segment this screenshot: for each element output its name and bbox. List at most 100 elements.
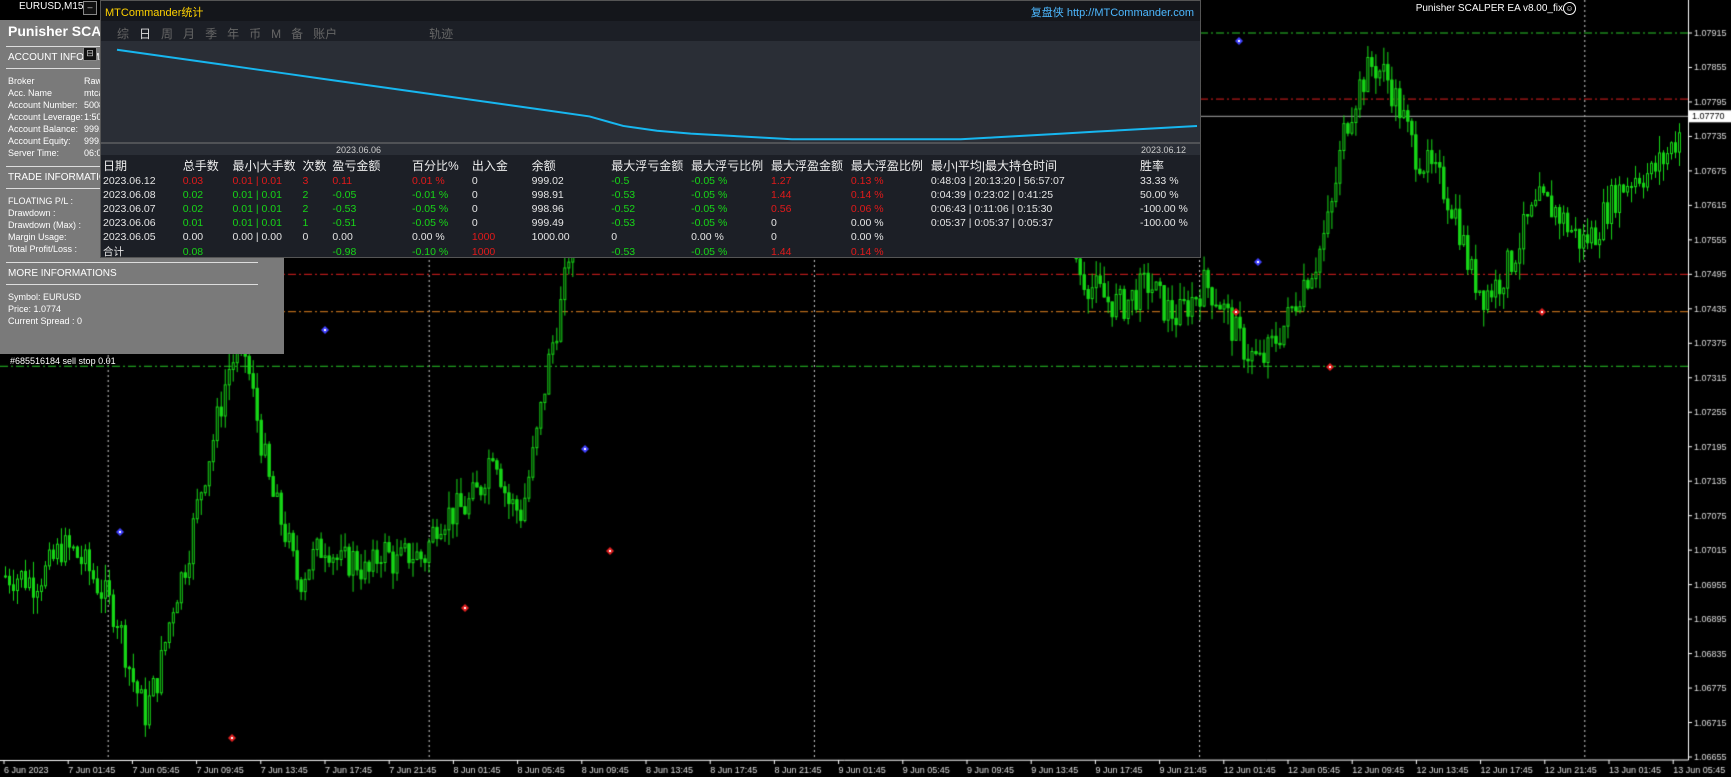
col-header: 最小|平均|最大持仓时间 xyxy=(930,159,1058,173)
col-header: 最大浮盈比例 xyxy=(850,159,923,173)
tab-季[interactable]: 季 xyxy=(205,27,217,41)
panel-row-label: Account Equity: xyxy=(8,136,71,146)
table-cell: 0 xyxy=(471,189,478,201)
total-cell: -0.10 % xyxy=(412,245,449,258)
divider xyxy=(6,262,258,263)
total-row: 合计 0.08 -0.98 -0.10 % 1000 -0.53 -0.05 % 1.44 0.… xyxy=(103,244,1200,259)
table-cell: 0.01 | 0.01 xyxy=(232,189,282,201)
tab-trail[interactable]: 轨迹 xyxy=(429,27,453,41)
tab-周[interactable]: 周 xyxy=(161,27,173,41)
table-cell: 3 xyxy=(302,175,309,187)
order-label: #685516184 sell stop 0.01 xyxy=(10,356,116,366)
tab-综[interactable]: 综 xyxy=(117,27,129,41)
tab-日[interactable]: 日 xyxy=(139,27,151,41)
total-cell xyxy=(233,244,303,259)
panel-row-label: Margin Usage: xyxy=(8,232,67,242)
chart-symbol-title: EURUSD,M15 xyxy=(19,1,84,12)
table-row: 2023.06.06 0.01 0.01 | 0.01 1 -0.51 -0.05 % 0 9… xyxy=(103,216,1200,230)
tab-月[interactable]: 月 xyxy=(183,27,195,41)
table-cell: 0.00 % xyxy=(412,231,445,243)
table-cell: 2 xyxy=(302,203,309,215)
total-cell: 0.14 % xyxy=(850,245,884,258)
total-cell xyxy=(1140,244,1200,259)
table-cell: -0.05 % xyxy=(412,217,449,229)
table-cell: 1.44 xyxy=(771,189,792,201)
table-cell: 0 xyxy=(471,175,478,187)
panel-row-label: Drawdown : xyxy=(8,208,56,218)
table-cell: -0.53 xyxy=(332,203,357,215)
panel-row-label: Symbol: EURUSD xyxy=(8,292,82,302)
table-cell: 0.06 % xyxy=(850,203,884,215)
table-cell: 33.33 % xyxy=(1140,175,1179,187)
total-cell: 合计 xyxy=(103,246,124,258)
table-cell: 0.01 | 0.01 xyxy=(232,203,282,215)
table-cell: 0.01 | 0.01 xyxy=(232,175,282,187)
panel-row-label: Account Balance: xyxy=(8,124,79,134)
table-cell xyxy=(1140,230,1200,244)
table-cell: -0.53 xyxy=(611,189,636,201)
table-row: 2023.06.08 0.02 0.01 | 0.01 2 -0.05 -0.01 % 0 9… xyxy=(103,188,1200,202)
table-row: 2023.06.07 0.02 0.01 | 0.01 2 -0.53 -0.05 % 0 9… xyxy=(103,202,1200,216)
table-cell: 2023.06.06 xyxy=(103,217,156,229)
panel-row-label: Price: 1.0774 xyxy=(8,304,62,314)
table-cell: 0.00 % xyxy=(691,231,724,243)
table-cell: 0:48:03 | 20:13:20 | 56:57:07 xyxy=(930,175,1065,187)
table-cell: 0.02 xyxy=(182,203,204,215)
table-cell: -0.05 xyxy=(332,189,357,201)
tab-年[interactable]: 年 xyxy=(227,27,239,41)
stats-window[interactable]: MTCommander统计 复盘侠 http://MTCommander.com… xyxy=(100,0,1201,258)
table-cell: 0.01 xyxy=(182,217,204,229)
panel-row-label: Account Number: xyxy=(8,100,78,110)
tab-备[interactable]: 备 xyxy=(291,27,303,41)
table-cell: 2023.06.12 xyxy=(103,175,156,187)
stats-link[interactable]: 复盘侠 http://MTCommander.com xyxy=(1031,4,1194,20)
tab-币[interactable]: 币 xyxy=(249,27,261,41)
table-cell xyxy=(931,230,1140,244)
stats-title: MTCommander统计 xyxy=(105,7,204,19)
col-header: 最大浮亏金额 xyxy=(611,159,684,173)
total-cell: -0.05 % xyxy=(691,245,728,258)
table-cell: -100.00 % xyxy=(1140,217,1188,229)
ea-title: Punisher SCALPER EA v8.00_fix xyxy=(1415,3,1563,14)
divider xyxy=(6,284,258,285)
table-cell: 0 xyxy=(471,203,478,215)
col-header: 次数 xyxy=(302,159,327,173)
table-cell: 2023.06.05 xyxy=(103,231,156,243)
table-cell: 0.02 xyxy=(182,189,204,201)
table-cell: 0:04:39 | 0:23:02 | 0:41:25 xyxy=(930,189,1054,201)
period-tabs: 综日周月季年币 M 备账户 轨迹 xyxy=(117,25,463,42)
table-cell: 999.49 xyxy=(531,217,564,229)
panel-row-label: Total Profit/Loss : xyxy=(8,244,78,254)
equity-date-end: 2023.06.12 xyxy=(1141,145,1186,155)
stats-table: 日期 总手数 最小|大手数 次数 盈亏金额 百分比% 出入金 余额 最大浮亏金额 最大浮亏比例 最大… xyxy=(103,157,1200,259)
tab-账户[interactable]: 账户 xyxy=(313,27,337,41)
col-header: 盈亏金额 xyxy=(332,159,381,173)
minimize-button[interactable]: – xyxy=(83,1,97,15)
total-cell: 1.44 xyxy=(771,245,792,258)
table-cell: 0 xyxy=(611,231,618,243)
panel-row-label: FLOATING P/L : xyxy=(8,196,74,206)
table-cell: 0.11 xyxy=(332,175,353,187)
table-cell: 0.01 % xyxy=(412,175,445,187)
tab-M[interactable]: M xyxy=(271,27,281,41)
table-cell: 0 xyxy=(771,231,777,243)
col-header: 出入金 xyxy=(471,159,508,173)
stats-titlebar[interactable]: MTCommander统计 复盘侠 http://MTCommander.com xyxy=(101,1,1200,21)
table-cell: 0 xyxy=(302,231,309,243)
collapse-button[interactable]: ⊟ xyxy=(83,47,97,61)
smile-icon: ☺ xyxy=(1563,2,1576,15)
table-cell: 0.00 % xyxy=(850,217,884,229)
table-cell: 0.56 xyxy=(771,203,792,215)
table-cell: -0.01 % xyxy=(412,189,449,201)
table-cell: 50.00 % xyxy=(1140,189,1179,201)
panel-row-label: Acc. Name xyxy=(8,88,53,98)
panel-row-label: Server Time: xyxy=(8,148,60,158)
col-header: 总手数 xyxy=(182,159,219,173)
table-cell: 0.14 % xyxy=(850,189,884,201)
table-cell: -0.53 xyxy=(611,217,636,229)
table-cell: 0.00 xyxy=(332,231,353,243)
table-cell: 1 xyxy=(302,217,309,229)
table-cell: 0 xyxy=(771,217,777,229)
panel-row-label: Broker xyxy=(8,76,35,86)
table-cell: 0.00 | 0.00 xyxy=(232,231,282,243)
